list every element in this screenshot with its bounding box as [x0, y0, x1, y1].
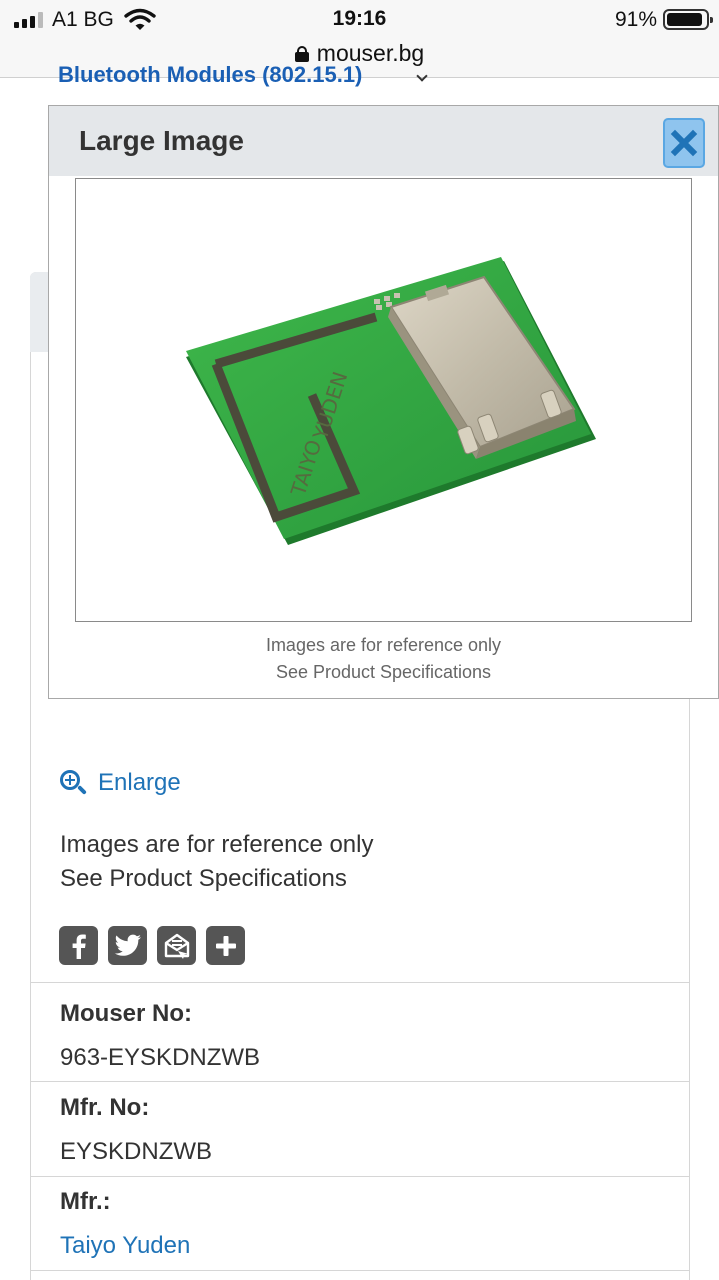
- mfr-no-value: EYSKDNZWB: [60, 1138, 213, 1165]
- facebook-icon[interactable]: [59, 926, 98, 965]
- breadcrumb-link[interactable]: Bluetooth Modules (802.15.1): [58, 62, 362, 88]
- page: A1 BG 19:16 91% mouser.bg Bluetooth Modu…: [0, 0, 719, 1280]
- close-icon: [670, 129, 698, 157]
- twitter-icon[interactable]: [108, 926, 147, 965]
- divider: [30, 1176, 690, 1177]
- divider: [30, 1270, 690, 1271]
- enlarge-label: Enlarge: [98, 769, 181, 796]
- status-bar: A1 BG 19:16 91%: [0, 0, 719, 40]
- add-icon[interactable]: [206, 926, 245, 965]
- mfr-label: Mfr.:: [60, 1188, 111, 1215]
- dialog-note-line1: Images are for reference only: [265, 635, 502, 655]
- battery-percentage: 91%: [614, 8, 657, 31]
- mouser-no-value: 963-EYSKDNZWB: [60, 1044, 261, 1071]
- dialog-note-line2: See Product Specifications: [275, 662, 492, 682]
- reference-note-line1: Images are for reference only: [60, 831, 374, 858]
- reference-note-line2: See Product Specifications: [60, 865, 347, 892]
- mouser-no-label: Mouser No:: [60, 1000, 192, 1027]
- mfr-no-label: Mfr. No:: [60, 1094, 150, 1121]
- divider: [30, 982, 690, 983]
- dialog-header: Large Image: [49, 106, 718, 176]
- close-button[interactable]: [663, 118, 705, 168]
- product-image: TAIYO YUDEN: [186, 257, 596, 545]
- reference-note: Images are for reference only See Produc…: [60, 828, 374, 896]
- email-icon[interactable]: [157, 926, 196, 965]
- zoom-in-icon: [60, 770, 87, 796]
- lock-icon: [294, 46, 309, 62]
- product-image-frame: TAIYO YUDEN: [75, 178, 692, 622]
- large-image-dialog: Large Image TAIYO YUDEN Images are for r…: [48, 105, 719, 699]
- dialog-title: Large Image: [79, 125, 244, 156]
- share-buttons: [59, 926, 245, 965]
- battery-icon: [663, 9, 713, 30]
- enlarge-link[interactable]: Enlarge: [60, 768, 181, 798]
- manufacturer-link[interactable]: Taiyo Yuden: [60, 1232, 190, 1260]
- clock: 19:16: [332, 7, 387, 30]
- dialog-note: Images are for reference only See Produc…: [49, 632, 718, 686]
- divider: [30, 1081, 690, 1082]
